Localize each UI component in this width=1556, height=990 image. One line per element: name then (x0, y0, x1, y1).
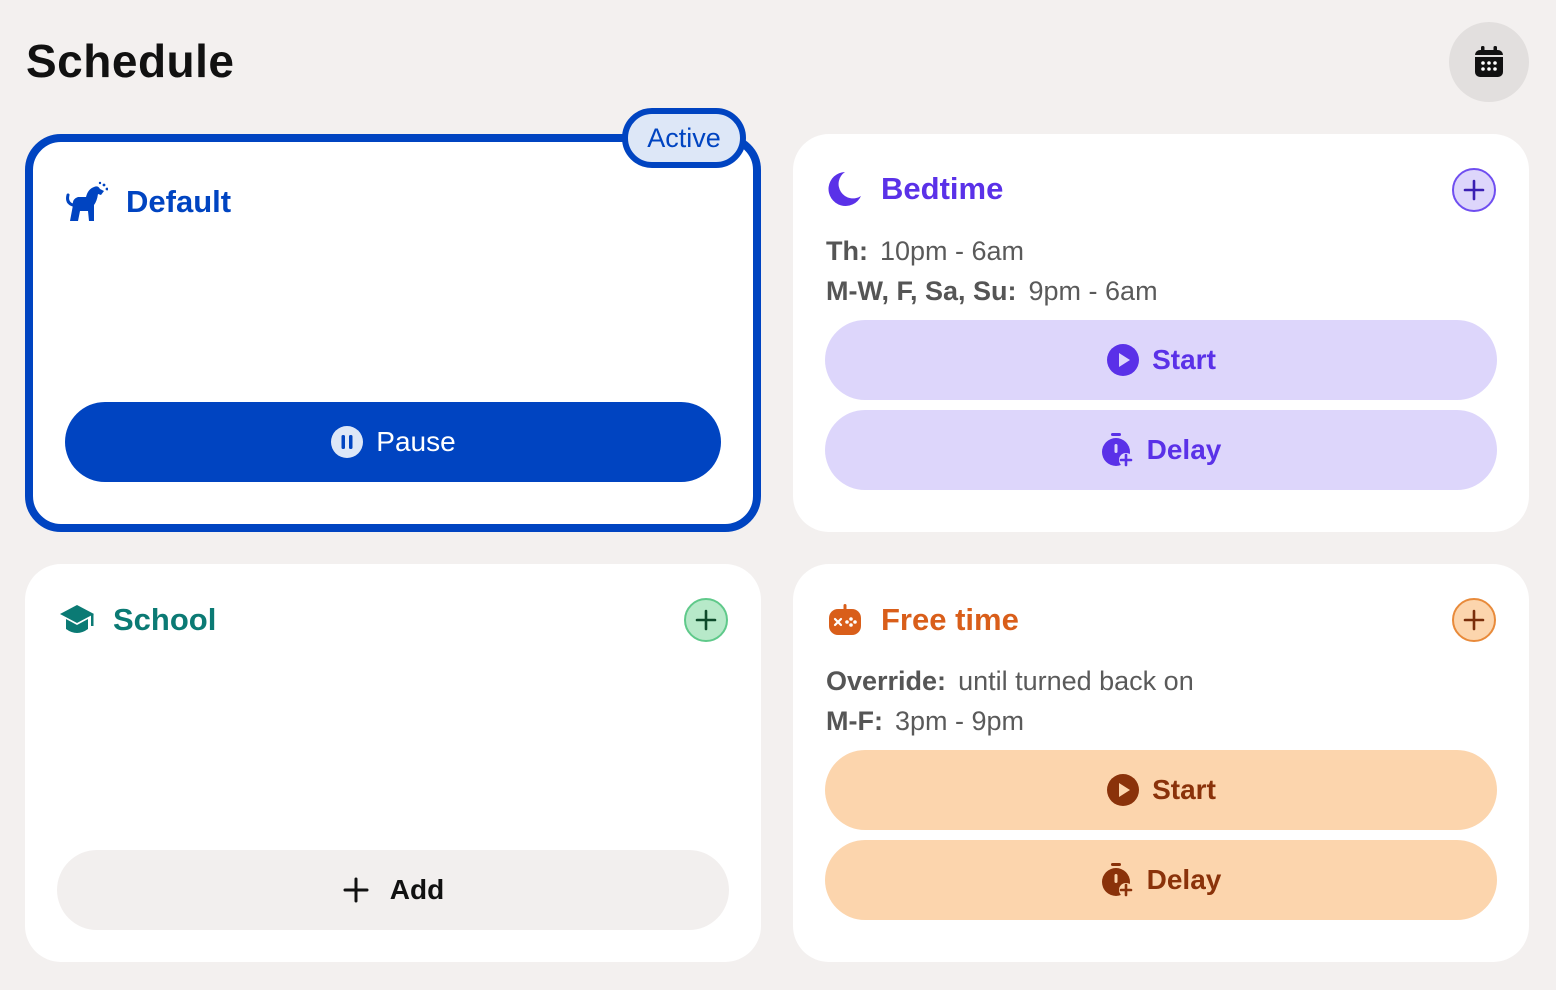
card-title: School (113, 602, 217, 637)
schedule-line: M-W, F, Sa, Su: 9pm - 6am (826, 276, 1158, 307)
start-button[interactable]: Start (825, 750, 1497, 830)
delay-button-label: Delay (1146, 434, 1222, 465)
graduation-cap-icon (60, 605, 94, 633)
delay-button[interactable]: Delay (825, 840, 1497, 920)
school-schedule-card[interactable]: School Add (25, 564, 761, 962)
add-button-label: Add (389, 874, 445, 905)
start-button-label: Start (1152, 774, 1216, 805)
pause-button[interactable]: Pause (65, 402, 721, 482)
schedule-line: Override: until turned back on (826, 666, 1194, 697)
play-circle-icon (1107, 344, 1140, 376)
schedule-time: 10pm - 6am (879, 236, 1025, 266)
schedule-days: M-W, F, Sa, Su: (826, 276, 1017, 306)
add-schedule-button[interactable]: Add (57, 850, 729, 930)
plus-icon (1463, 609, 1485, 631)
timer-plus-icon (1101, 863, 1133, 897)
plus-icon (695, 609, 717, 631)
start-button-label: Start (1152, 344, 1216, 375)
add-button[interactable] (684, 598, 728, 642)
moon-icon (828, 172, 861, 206)
pause-circle-icon (331, 426, 364, 458)
plus-icon (343, 877, 369, 903)
card-title: Bedtime (881, 171, 1004, 206)
delay-button[interactable]: Delay (825, 410, 1497, 490)
free-time-schedule-card[interactable]: Free time Override: until turned back on … (793, 564, 1529, 962)
schedule-days: Override: (826, 666, 947, 696)
schedule-time: until turned back on (958, 666, 1194, 696)
bedtime-schedule-card[interactable]: Bedtime Th: 10pm - 6am M-W, F, Sa, Su: 9pm… (793, 134, 1529, 532)
add-button[interactable] (1452, 598, 1496, 642)
calendar-icon (1475, 46, 1503, 77)
schedule-line: Th: 10pm - 6am (826, 236, 1024, 267)
card-title: Free time (881, 602, 1019, 637)
schedule-days: M-F: (826, 706, 883, 736)
timer-plus-icon (1101, 433, 1133, 467)
card-title: Default (126, 184, 232, 219)
dog-icon (66, 181, 108, 221)
start-button[interactable]: Start (825, 320, 1497, 400)
game-controller-icon (829, 604, 861, 635)
page-title: Schedule (26, 35, 235, 87)
calendar-button[interactable] (1449, 22, 1529, 102)
pause-button-label: Pause (376, 426, 456, 457)
default-schedule-card[interactable]: Default Pause (25, 134, 761, 532)
delay-button-label: Delay (1146, 864, 1222, 895)
schedule-time: 9pm - 6am (1028, 276, 1158, 306)
schedule-line: M-F: 3pm - 9pm (826, 706, 1024, 737)
plus-icon (1463, 179, 1485, 201)
active-status-badge: Active (622, 108, 746, 168)
add-button[interactable] (1452, 168, 1496, 212)
schedule-days: Th: (826, 236, 868, 266)
play-circle-icon (1107, 774, 1140, 806)
schedule-time: 3pm - 9pm (894, 706, 1025, 736)
